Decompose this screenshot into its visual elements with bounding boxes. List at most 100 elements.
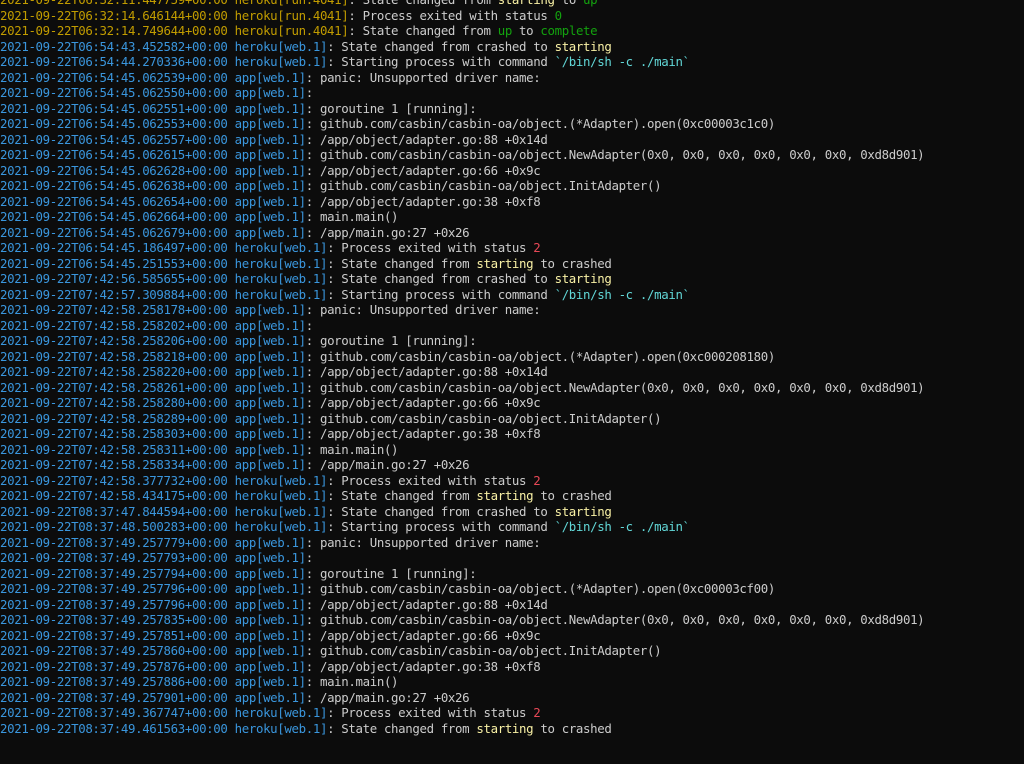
- log-text: complete: [540, 23, 598, 38]
- log-timestamp: 2021-09-22T08:37:49.257796+00:00: [0, 581, 235, 596]
- log-source: app[web.1]: [234, 131, 306, 147]
- log-line: 2021-09-22T06:54:45.251553+00:00 heroku[…: [0, 256, 1024, 272]
- log-output: 2021-09-22T06:32:11.447759+00:00 heroku[…: [0, 0, 1024, 736]
- log-line: 2021-09-22T06:54:45.062550+00:00 app[web…: [0, 85, 1024, 101]
- log-text: up: [497, 23, 513, 38]
- log-line: 2021-09-22T08:37:49.367747+00:00 heroku[…: [0, 705, 1024, 721]
- log-line: 2021-09-22T07:42:58.434175+00:00 heroku[…: [0, 488, 1024, 504]
- log-text: to: [555, 0, 583, 7]
- log-line: 2021-09-22T07:42:58.258218+00:00 app[web…: [0, 349, 1024, 365]
- log-text: : State changed from crashed to: [327, 271, 555, 286]
- log-source: app[web.1]: [234, 364, 306, 379]
- log-text: : github.com/casbin/casbin-oa/object.(*A…: [305, 348, 776, 364]
- log-timestamp: 2021-09-22T06:54:45.062679+00:00: [0, 224, 235, 240]
- log-source: app[web.1]: [234, 69, 306, 85]
- log-text: : Process exited with status: [348, 7, 555, 23]
- log-timestamp: 2021-09-22T07:42:57.309884+00:00: [0, 286, 235, 302]
- log-timestamp: 2021-09-22T07:42:58.258206+00:00: [0, 333, 235, 348]
- log-line: 2021-09-22T08:37:49.257779+00:00 app[web…: [0, 535, 1024, 551]
- log-line: 2021-09-22T08:37:49.257851+00:00 app[web…: [0, 628, 1024, 644]
- log-source: heroku[web.1]: [234, 271, 328, 286]
- log-text: `/bin/sh -c ./main`: [554, 54, 690, 69]
- log-line: 2021-09-22T07:42:58.377732+00:00 heroku[…: [0, 473, 1024, 489]
- log-text: starting: [554, 503, 612, 519]
- log-line: 2021-09-22T08:37:49.257796+00:00 app[web…: [0, 581, 1024, 597]
- log-line: 2021-09-22T07:42:58.258334+00:00 app[web…: [0, 457, 1024, 473]
- log-timestamp: 2021-09-22T06:54:45.062654+00:00: [0, 193, 235, 209]
- log-line: 2021-09-22T07:42:58.258261+00:00 app[web…: [0, 380, 1024, 396]
- log-timestamp: 2021-09-22T06:54:43.452582+00:00: [0, 38, 235, 54]
- log-text: : Starting process with command: [327, 519, 555, 534]
- log-source: heroku[web.1]: [234, 255, 328, 271]
- log-source: app[web.1]: [234, 116, 306, 131]
- log-source: app[web.1]: [234, 317, 306, 333]
- log-timestamp: 2021-09-22T06:54:45.186497+00:00: [0, 240, 235, 255]
- log-line: 2021-09-22T07:42:56.585655+00:00 heroku[…: [0, 271, 1024, 287]
- log-timestamp: 2021-09-22T08:37:49.257851+00:00: [0, 627, 235, 643]
- log-timestamp: 2021-09-22T07:42:58.258218+00:00: [0, 348, 235, 364]
- log-text: : github.com/casbin/casbin-oa/object.Ini…: [305, 178, 662, 193]
- log-source: app[web.1]: [234, 674, 306, 689]
- log-text: : State changed from: [327, 488, 477, 503]
- log-timestamp: 2021-09-22T07:42:58.258220+00:00: [0, 364, 235, 379]
- log-text: : /app/main.go:27 +0x26: [305, 689, 470, 705]
- log-source: heroku[web.1]: [234, 503, 328, 519]
- log-line: 2021-09-22T06:54:45.186497+00:00 heroku[…: [0, 240, 1024, 256]
- log-line: 2021-09-22T06:32:11.447759+00:00 heroku[…: [0, 0, 1024, 8]
- log-line: 2021-09-22T06:54:45.062664+00:00 app[web…: [0, 209, 1024, 225]
- log-source: app[web.1]: [234, 534, 306, 550]
- log-text: : /app/object/adapter.go:38 +0xf8: [305, 426, 541, 441]
- log-source: heroku[web.1]: [234, 286, 328, 302]
- log-text: :: [305, 550, 313, 565]
- log-line: 2021-09-22T07:42:58.258178+00:00 app[web…: [0, 302, 1024, 318]
- log-text: : github.com/casbin/casbin-oa/object.New…: [305, 379, 925, 395]
- log-line: 2021-09-22T06:54:43.452582+00:00 heroku[…: [0, 39, 1024, 55]
- log-timestamp: 2021-09-22T06:54:45.062628+00:00: [0, 162, 235, 178]
- log-timestamp: 2021-09-22T08:37:49.461563+00:00: [0, 720, 235, 736]
- log-timestamp: 2021-09-22T08:37:47.844594+00:00: [0, 503, 235, 519]
- log-source: app[web.1]: [234, 441, 306, 457]
- terminal-window[interactable]: 2021-09-22T06:32:11.447759+00:00 heroku[…: [0, 0, 1024, 764]
- log-text: : /app/main.go:27 +0x26: [305, 224, 470, 240]
- log-text: : github.com/casbin/casbin-oa/object.(*A…: [305, 116, 776, 131]
- log-timestamp: 2021-09-22T07:42:58.258289+00:00: [0, 410, 235, 426]
- log-text: : panic: Unsupported driver name:: [305, 534, 541, 550]
- log-text: : State changed from: [327, 255, 477, 271]
- log-source: app[web.1]: [234, 410, 306, 426]
- log-text: :: [305, 317, 313, 333]
- log-text: : goroutine 1 [running]:: [305, 565, 477, 581]
- log-text: to crashed: [533, 488, 612, 503]
- log-line: 2021-09-22T08:37:49.257794+00:00 app[web…: [0, 566, 1024, 582]
- log-line: 2021-09-22T06:54:45.062628+00:00 app[web…: [0, 163, 1024, 179]
- log-timestamp: 2021-09-22T08:37:49.257876+00:00: [0, 658, 235, 674]
- log-timestamp: 2021-09-22T08:37:49.257779+00:00: [0, 534, 235, 550]
- log-source: app[web.1]: [234, 658, 306, 674]
- log-text: `/bin/sh -c ./main`: [554, 519, 690, 534]
- log-source: app[web.1]: [234, 147, 306, 162]
- log-text: : /app/object/adapter.go:88 +0x14d: [305, 131, 548, 147]
- log-text: : /app/object/adapter.go:88 +0x14d: [305, 364, 548, 379]
- log-timestamp: 2021-09-22T07:42:58.434175+00:00: [0, 488, 235, 503]
- log-line: 2021-09-22T07:42:58.258220+00:00 app[web…: [0, 364, 1024, 380]
- log-timestamp: 2021-09-22T06:54:45.062638+00:00: [0, 178, 235, 193]
- log-text: : /app/object/adapter.go:66 +0x9c: [305, 627, 541, 643]
- log-text: : State changed from crashed to: [327, 503, 555, 519]
- log-line: 2021-09-22T06:54:45.062539+00:00 app[web…: [0, 70, 1024, 86]
- log-text: starting: [554, 38, 612, 54]
- log-timestamp: 2021-09-22T07:42:56.585655+00:00: [0, 271, 235, 286]
- log-line: 2021-09-22T08:37:49.257835+00:00 app[web…: [0, 612, 1024, 628]
- log-line: 2021-09-22T07:42:57.309884+00:00 heroku[…: [0, 287, 1024, 303]
- log-line: 2021-09-22T06:54:45.062557+00:00 app[web…: [0, 132, 1024, 148]
- log-timestamp: 2021-09-22T06:54:45.062664+00:00: [0, 209, 235, 224]
- log-source: app[web.1]: [234, 596, 306, 612]
- log-line: 2021-09-22T06:54:45.062654+00:00 app[web…: [0, 194, 1024, 210]
- log-timestamp: 2021-09-22T08:37:49.257835+00:00: [0, 612, 235, 627]
- log-text: : github.com/casbin/casbin-oa/object.Ini…: [305, 643, 662, 658]
- log-text: 2: [533, 705, 541, 720]
- log-timestamp: 2021-09-22T06:54:44.270336+00:00: [0, 54, 235, 69]
- log-timestamp: 2021-09-22T07:42:58.258261+00:00: [0, 379, 235, 395]
- log-source: heroku[web.1]: [234, 472, 328, 488]
- log-timestamp: 2021-09-22T08:37:49.257794+00:00: [0, 565, 235, 581]
- log-line: 2021-09-22T08:37:48.500283+00:00 heroku[…: [0, 519, 1024, 535]
- log-text: starting: [476, 255, 534, 271]
